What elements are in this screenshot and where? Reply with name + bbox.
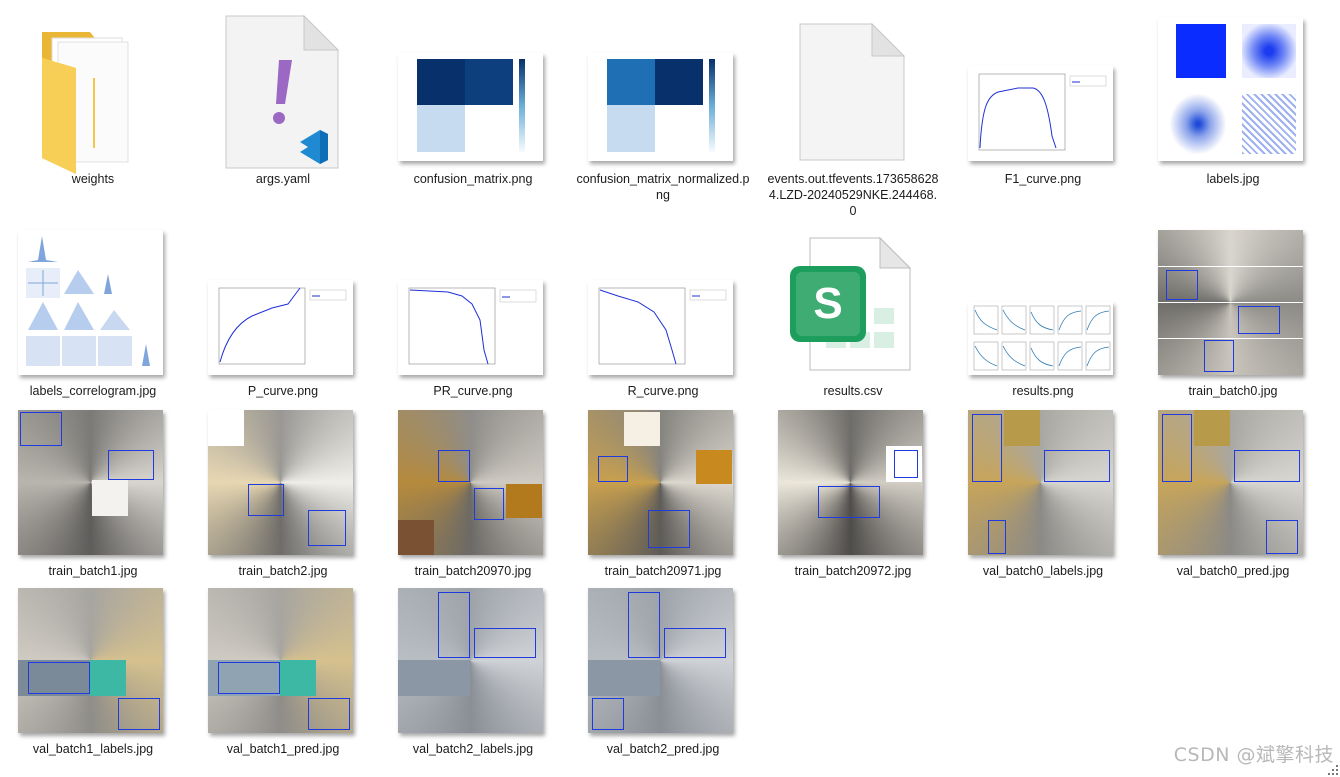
watermark: CSDN @斌擎科技 [1173,744,1334,766]
file-thumbnail [588,410,733,555]
file-item-confusion-matrix-normalized[interactable]: confusion_matrix_normalized.png [576,10,750,210]
file-item-val-batch0-pred[interactable]: val_batch0_pred.jpg [1146,410,1320,590]
file-item-results-csv[interactable]: S results.csv [766,230,940,410]
file-item-train-batch1[interactable]: train_batch1.jpg [6,410,180,590]
file-name: val_batch1_labels.jpg [32,742,154,756]
file-name: labels.jpg [1206,172,1260,186]
file-item-pr-curve[interactable]: PR_curve.png [386,230,560,410]
file-name: train_batch20971.jpg [604,564,722,578]
file-name: val_batch2_pred.jpg [606,742,720,756]
file-thumbnail [398,53,543,161]
spreadsheet-letter: S [813,279,842,328]
file-item-labels-correlogram[interactable]: labels_correlogram.jpg [6,230,180,410]
file-thumbnail [1158,410,1303,555]
file-item-val-batch1-labels[interactable]: val_batch1_labels.jpg [6,588,180,768]
folder-icon [42,32,129,174]
file-item-val-batch1-pred[interactable]: val_batch1_pred.jpg [196,588,370,768]
file-name: labels_correlogram.jpg [29,384,157,398]
file-name: results.csv [823,384,883,398]
file-thumbnail [18,588,163,733]
file-item-tfevents[interactable]: events.out.tfevents.1736586284.LZD-20240… [766,10,940,230]
file-item-val-batch0-labels[interactable]: val_batch0_labels.jpg [956,410,1130,590]
file-item-train-batch20970[interactable]: train_batch20970.jpg [386,410,560,590]
file-item-train-batch2[interactable]: train_batch2.jpg [196,410,370,590]
file-thumbnail [208,280,353,375]
file-item-val-batch2-pred[interactable]: val_batch2_pred.jpg [576,588,750,768]
spreadsheet-file-icon: S [790,236,912,371]
file-name: train_batch2.jpg [238,564,328,578]
file-name: events.out.tfevents.1736586284.LZD-20240… [767,172,939,218]
file-thumbnail [778,410,923,555]
file-name: val_batch0_labels.jpg [982,564,1104,578]
file-name: R_curve.png [627,384,699,398]
file-item-train-batch20971[interactable]: train_batch20971.jpg [576,410,750,590]
file-name: train_batch0.jpg [1188,384,1278,398]
file-name: confusion_matrix.png [413,172,533,186]
file-thumbnail [968,302,1113,375]
file-name: args.yaml [255,172,311,186]
file-name: train_batch1.jpg [48,564,138,578]
yaml-file-icon [225,14,340,169]
file-thumbnail [398,410,543,555]
file-name: train_batch20972.jpg [794,564,912,578]
file-item-args-yaml[interactable]: args.yaml [196,10,370,200]
file-thumbnail [18,410,163,555]
file-name: results.png [1012,384,1074,398]
file-thumbnail [968,66,1113,161]
file-name: P_curve.png [247,384,319,398]
file-name: val_batch2_labels.jpg [412,742,534,756]
file-thumbnail [588,280,733,375]
file-thumbnail [1158,18,1303,161]
file-item-confusion-matrix[interactable]: confusion_matrix.png [386,10,560,200]
file-item-weights[interactable]: weights [6,10,180,200]
file-name: weights [71,172,115,186]
file-name: val_batch0_pred.jpg [1176,564,1290,578]
file-item-labels[interactable]: labels.jpg [1146,10,1320,200]
file-thumbnail [1158,230,1303,375]
file-item-results-png[interactable]: results.png [956,230,1130,410]
file-item-f1-curve[interactable]: F1_curve.png [956,10,1130,200]
file-name: val_batch1_pred.jpg [226,742,340,756]
file-grid: weights args.yaml confusion_matrix.png c… [0,0,1340,777]
resize-grip-icon[interactable] [1326,763,1340,777]
file-item-val-batch2-labels[interactable]: val_batch2_labels.jpg [386,588,560,768]
file-name: train_batch20970.jpg [414,564,532,578]
file-name: PR_curve.png [433,384,513,398]
file-thumbnail [208,410,353,555]
file-thumbnail [588,53,733,161]
blank-file-icon [799,22,906,161]
file-name: F1_curve.png [1004,172,1082,186]
file-thumbnail [968,410,1113,555]
file-thumbnail [588,588,733,733]
file-item-train-batch0[interactable]: train_batch0.jpg [1146,230,1320,410]
file-thumbnail [398,588,543,733]
file-item-p-curve[interactable]: P_curve.png [196,230,370,410]
file-thumbnail [398,280,543,375]
file-name: confusion_matrix_normalized.png [576,172,750,202]
file-item-r-curve[interactable]: R_curve.png [576,230,750,410]
file-thumbnail [18,230,163,375]
file-item-train-batch20972[interactable]: train_batch20972.jpg [766,410,940,590]
file-thumbnail [208,588,353,733]
